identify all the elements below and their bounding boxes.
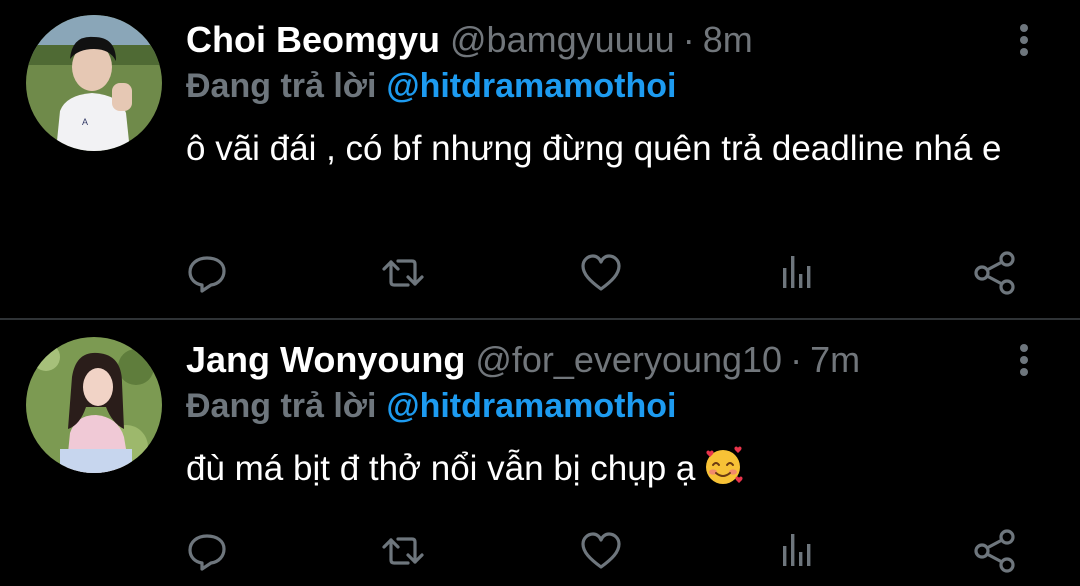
- tweet[interactable]: A Choi Beomgyu @bamgyuuuu · 8m Đang trả lời…: [0, 0, 1080, 318]
- like-icon: [581, 532, 621, 569]
- timestamp[interactable]: 7m: [810, 339, 860, 380]
- replying-label: Đang trả lời: [186, 387, 377, 425]
- tweet-header: Choi Beomgyu @bamgyuuuu · 8m: [186, 18, 753, 62]
- tweet[interactable]: Jang Wonyoung @for_everyoung10 · 7m Đang tr…: [0, 320, 1080, 586]
- reply-button[interactable]: [182, 526, 232, 576]
- avatar[interactable]: A: [26, 15, 162, 151]
- more-options-icon[interactable]: [1010, 342, 1038, 378]
- action-bar: [0, 248, 1080, 298]
- avatar[interactable]: [26, 337, 162, 473]
- mention-link[interactable]: @hitdramamothoi: [386, 387, 676, 425]
- svg-text:A: A: [82, 117, 88, 127]
- action-bar: [0, 526, 1080, 576]
- tweet-text-container: đù má bịt đ thở nổi vẫn bị chụp ạ: [186, 444, 1026, 494]
- retweet-button[interactable]: [378, 526, 428, 576]
- separator-dot: ·: [682, 19, 695, 60]
- views-icon: [783, 256, 811, 288]
- user-handle[interactable]: @bamgyuuuu: [450, 19, 675, 60]
- retweet-icon: [382, 537, 424, 565]
- replying-to: Đang trả lời @hitdramamothoi: [186, 64, 676, 108]
- smiling-face-with-hearts-emoji: [706, 446, 743, 484]
- avatar-photo: [26, 337, 162, 473]
- reply-button[interactable]: [182, 248, 232, 298]
- display-name[interactable]: Jang Wonyoung: [186, 339, 465, 380]
- reply-timeline: A Choi Beomgyu @bamgyuuuu · 8m Đang trả lời…: [0, 0, 1080, 586]
- tweet-text: ô vãi đái , có bf nhưng đừng quên trả de…: [186, 129, 1002, 168]
- avatar-photo: A: [26, 15, 162, 151]
- tweet-header: Jang Wonyoung @for_everyoung10 · 7m: [186, 338, 860, 382]
- like-button[interactable]: [576, 526, 626, 576]
- replying-to: Đang trả lời @hitdramamothoi: [186, 384, 676, 428]
- replying-label: Đang trả lời: [186, 67, 377, 105]
- like-button[interactable]: [576, 248, 626, 298]
- views-icon: [783, 534, 811, 566]
- like-icon: [581, 254, 621, 291]
- retweet-icon: [382, 259, 424, 287]
- reply-icon: [188, 256, 226, 293]
- tweet-text: đù má bịt đ thở nổi vẫn bị chụp ạ: [186, 449, 696, 488]
- more-options-icon[interactable]: [1010, 22, 1038, 58]
- views-button[interactable]: [772, 526, 822, 576]
- views-button[interactable]: [772, 248, 822, 298]
- user-handle[interactable]: @for_everyoung10: [475, 339, 782, 380]
- mention-link[interactable]: @hitdramamothoi: [386, 67, 676, 105]
- share-button[interactable]: [970, 526, 1020, 576]
- retweet-button[interactable]: [378, 248, 428, 298]
- share-icon: [974, 251, 1015, 295]
- display-name[interactable]: Choi Beomgyu: [186, 19, 440, 60]
- share-icon: [974, 529, 1015, 573]
- timestamp[interactable]: 8m: [703, 19, 753, 60]
- share-button[interactable]: [970, 248, 1020, 298]
- reply-icon: [188, 534, 226, 571]
- separator-dot: ·: [790, 339, 803, 380]
